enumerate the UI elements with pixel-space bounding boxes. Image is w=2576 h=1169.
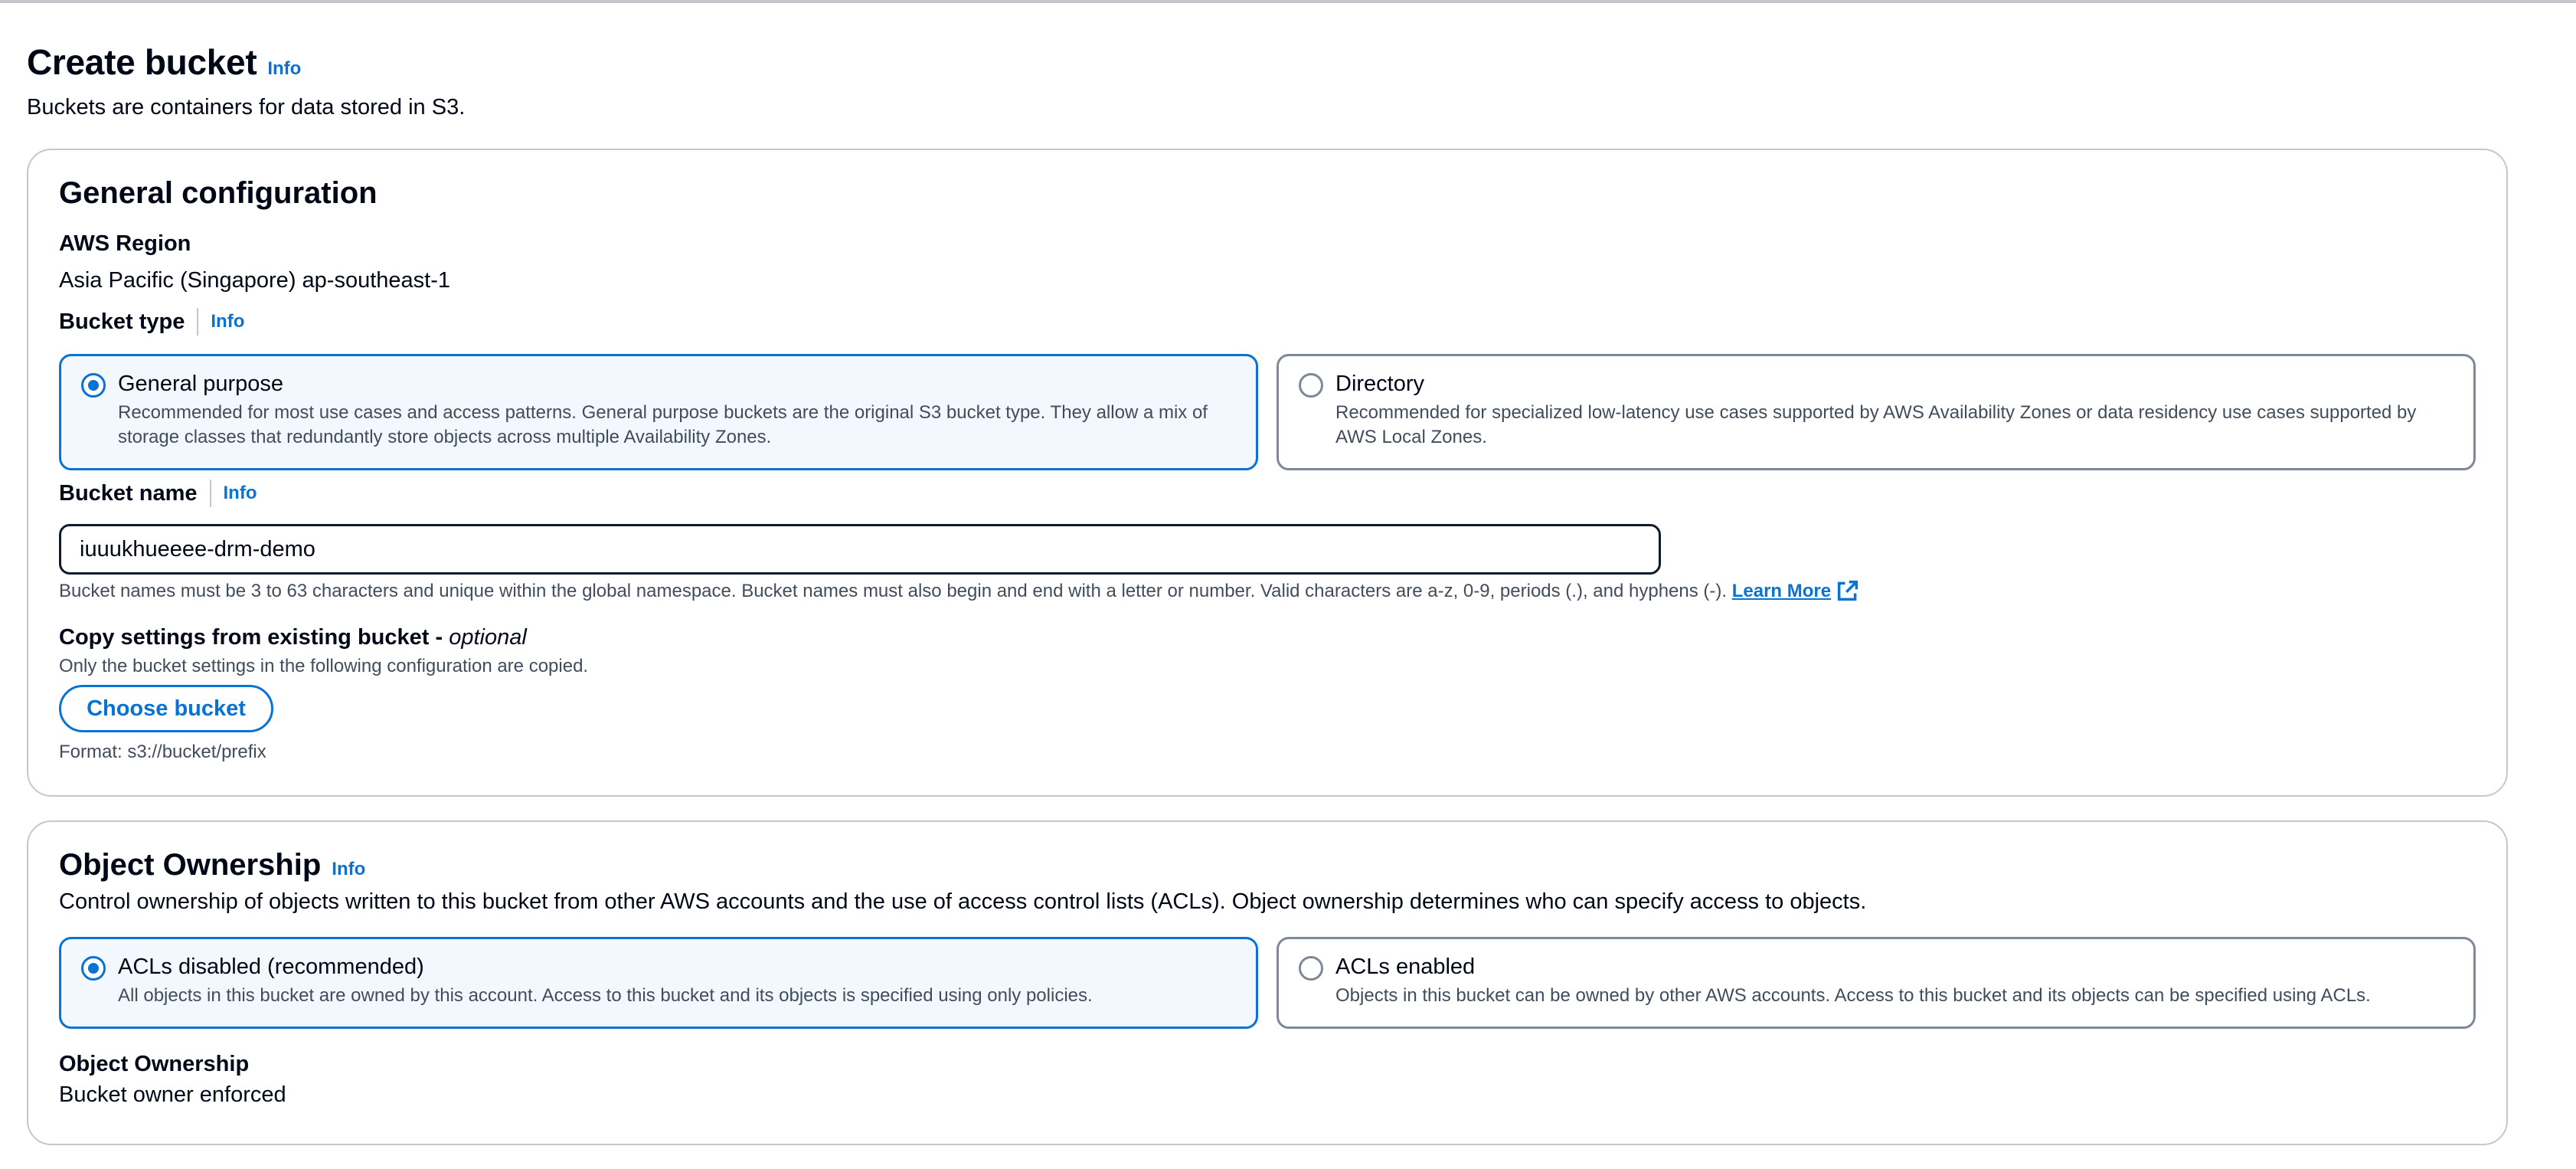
page-header: Create bucket Info [27, 41, 301, 83]
top-divider [0, 0, 2576, 3]
bucket-name-input[interactable] [59, 524, 1661, 575]
bucket-type-title: Directory [1335, 372, 1425, 396]
bucket-type-label-row: Bucket type Info [59, 308, 244, 336]
external-link-icon[interactable] [1837, 580, 1858, 601]
page-info-link[interactable]: Info [267, 58, 301, 79]
bucket-type-general-purpose[interactable]: General purpose Recommended for most use… [59, 354, 1258, 470]
bucket-type-directory[interactable]: Directory Recommended for specialized lo… [1277, 354, 2476, 470]
object-ownership-heading: Object Ownership [59, 848, 322, 882]
object-ownership-result-label: Object Ownership [59, 1052, 250, 1076]
bucket-name-label: Bucket name [59, 480, 198, 506]
radio-directory[interactable] [1299, 373, 1323, 398]
bucket-type-description: Recommended for most use cases and acces… [118, 402, 1208, 447]
region-value: Asia Pacific (Singapore) ap-southeast-1 [59, 268, 450, 293]
object-ownership-info-link[interactable]: Info [332, 859, 365, 880]
object-ownership-panel: Object Ownership Info Control ownership … [27, 820, 2508, 1145]
radio-acls-enabled[interactable] [1299, 956, 1323, 981]
copy-settings-label: Copy settings from existing bucket - opt… [59, 625, 527, 650]
format-hint: Format: s3://bucket/prefix [59, 742, 266, 762]
object-ownership-result-value: Bucket owner enforced [59, 1082, 286, 1107]
bucket-name-hint-text: Bucket names must be 3 to 63 characters … [59, 581, 1728, 601]
copy-settings-optional: optional [449, 625, 527, 650]
bucket-name-label-row: Bucket name Info [59, 480, 257, 507]
bucket-type-info-link[interactable]: Info [211, 311, 244, 332]
copy-settings-description: Only the bucket settings in the followin… [59, 656, 589, 676]
bucket-type-title: General purpose [118, 372, 284, 396]
ownership-option-title: ACLs disabled (recommended) [118, 955, 424, 979]
ownership-option-description: All objects in this bucket are owned by … [118, 985, 1093, 1006]
page-description: Buckets are containers for data stored i… [27, 95, 466, 120]
choose-bucket-button[interactable]: Choose bucket [59, 685, 273, 732]
ownership-option-title: ACLs enabled [1335, 955, 1476, 979]
general-configuration-heading: General configuration [59, 176, 378, 210]
object-ownership-header: Object Ownership Info [59, 848, 365, 882]
ownership-option-description: Objects in this bucket can be owned by o… [1335, 985, 2371, 1006]
page-title: Create bucket [27, 42, 257, 82]
region-label: AWS Region [59, 231, 191, 256]
label-separator [209, 480, 211, 507]
object-ownership-description: Control ownership of objects written to … [59, 889, 1867, 914]
acls-enabled-option[interactable]: ACLs enabled Objects in this bucket can … [1277, 937, 2476, 1029]
radio-general-purpose[interactable] [81, 373, 106, 398]
bucket-type-description: Recommended for specialized low-latency … [1335, 402, 2417, 447]
acls-disabled-option[interactable]: ACLs disabled (recommended) All objects … [59, 937, 1258, 1029]
learn-more-link[interactable]: Learn More [1732, 581, 1831, 601]
radio-acls-disabled[interactable] [81, 956, 106, 981]
general-configuration-panel: General configuration AWS Region Asia Pa… [27, 149, 2508, 797]
bucket-name-hint: Bucket names must be 3 to 63 characters … [59, 579, 1858, 604]
bucket-name-info-link[interactable]: Info [224, 483, 257, 504]
bucket-type-label: Bucket type [59, 309, 185, 334]
copy-settings-label-text: Copy settings from existing bucket - [59, 625, 443, 650]
label-separator [197, 308, 199, 336]
